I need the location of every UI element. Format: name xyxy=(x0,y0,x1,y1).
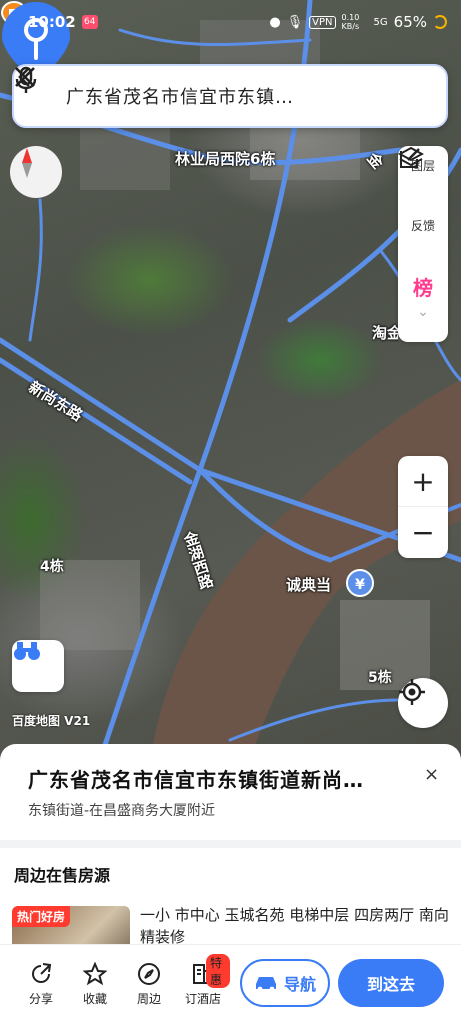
ranking-button[interactable]: 榜 xyxy=(409,274,437,302)
vpn-badge: VPN xyxy=(309,15,336,29)
panorama-button[interactable] xyxy=(12,640,64,692)
battery-icon xyxy=(433,15,447,29)
section-divider xyxy=(0,840,461,848)
hotel-label: 订酒店 xyxy=(184,992,221,1006)
share-icon xyxy=(32,963,52,983)
network-speed: 0.10 KB/s xyxy=(341,13,360,31)
status-bar: 10:02 64 ● 🎙 VPN 0.10 KB/s 5G 65% xyxy=(0,0,461,44)
navigate-button[interactable]: 导航 xyxy=(240,959,330,1007)
share-label: 分享 xyxy=(28,992,53,1006)
compass-nearby-icon xyxy=(138,963,160,985)
share-button[interactable]: 分享 xyxy=(14,962,68,1007)
map-label-building-5[interactable]: 5栋 xyxy=(368,667,392,687)
mic-status-icon: 🎙 xyxy=(286,14,304,30)
listing-description: 一小 市中心 玉城名苑 电梯中层 四房两厅 南向 精装修 xyxy=(140,906,449,946)
hot-listing-tag: 热门好房 xyxy=(12,906,71,927)
nearby-label: 周边 xyxy=(136,992,161,1006)
map-logo: 百度地图 V21 xyxy=(12,714,91,728)
star-icon xyxy=(83,962,107,986)
pawn-shop-poi-icon[interactable]: ¥ xyxy=(346,569,374,597)
compass-icon xyxy=(22,148,32,178)
search-bar[interactable]: 广东省茂名市信宜市东镇… xyxy=(12,64,448,128)
zoom-out-button[interactable]: − xyxy=(398,507,448,558)
compass-button[interactable] xyxy=(10,146,62,198)
car-icon xyxy=(255,977,276,992)
map-label-building-4[interactable]: 4栋 xyxy=(40,556,64,576)
status-time: 10:02 xyxy=(28,13,76,31)
map-label-pawn-shop[interactable]: 诚典当 xyxy=(286,574,331,595)
navigate-label: 导航 xyxy=(283,975,316,994)
location-status-icon: ● xyxy=(269,14,281,30)
collect-button[interactable]: 收藏 xyxy=(68,962,122,1007)
map-label-taojin-park[interactable]: 淘金湾公园 xyxy=(372,322,398,343)
hotel-button[interactable]: 特惠 订酒店 xyxy=(176,954,230,1007)
map-label-forestry[interactable]: 林业局西院6栋 xyxy=(175,148,275,169)
place-subtitle: 东镇街道-在昌盛商务大厦附近 xyxy=(28,803,216,819)
housing-listing[interactable]: 热门好房 一小 市中心 玉城名苑 电梯中层 四房两厅 南向 精装修 xyxy=(12,904,452,966)
collect-label: 收藏 xyxy=(82,992,107,1006)
signal-indicator: 5G xyxy=(373,16,388,28)
go-here-button[interactable]: 到这去 xyxy=(338,959,444,1007)
zoom-in-button[interactable]: + xyxy=(398,456,448,507)
zoom-controls: + − xyxy=(398,456,448,558)
binoculars-icon xyxy=(14,642,40,660)
hotel-deal-badge: 特惠 xyxy=(206,954,230,988)
nearby-button[interactable]: 周边 xyxy=(122,962,176,1007)
housing-section-title: 周边在售房源 xyxy=(14,866,111,885)
voice-search-button[interactable] xyxy=(15,66,390,126)
search-query[interactable]: 广东省茂名市信宜市东镇… xyxy=(66,83,334,109)
feedback-label: 反馈 xyxy=(410,219,435,233)
map-tools-panel: 图层 反馈 榜 ⌄ xyxy=(398,146,448,342)
close-sheet-button[interactable]: × xyxy=(424,764,439,785)
my-location-button[interactable] xyxy=(398,678,448,728)
edit-icon xyxy=(400,148,420,168)
feedback-button[interactable]: 反馈 xyxy=(400,148,435,274)
close-icon xyxy=(15,67,35,87)
chevron-down-icon[interactable]: ⌄ xyxy=(417,304,429,320)
map-view[interactable]: 林业局西院6栋 新尚东路 金湖西路 金 4栋 5栋 诚典当 淘金湾公园 ¥ 10… xyxy=(0,0,461,760)
place-title: 广东省茂名市信宜市东镇街道新尚… xyxy=(28,768,364,792)
battery-level: 65% xyxy=(393,13,427,31)
notification-badge: 64 xyxy=(81,15,98,29)
clear-search-button[interactable] xyxy=(15,66,446,126)
crosshair-icon xyxy=(399,679,425,705)
bottom-toolbar: 分享 收藏 周边 特惠 订酒店 导航 到这去 xyxy=(0,944,461,1024)
